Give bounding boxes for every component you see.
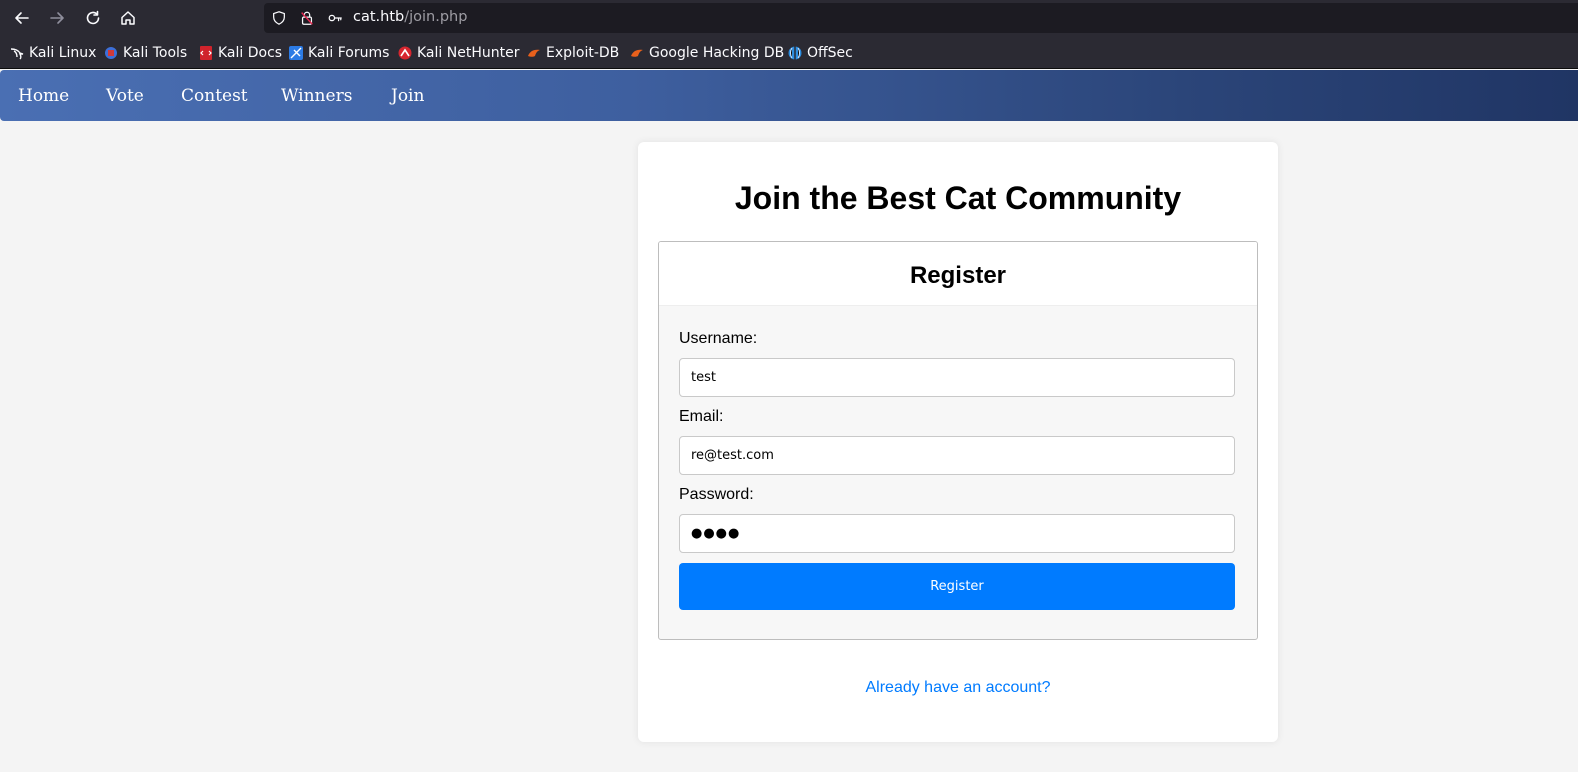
bookmark-kali-linux[interactable]: Kali Linux: [10, 44, 96, 62]
kali-forums-icon: [289, 46, 303, 60]
kali-nethunter-icon: [398, 46, 412, 60]
bookmark-label: Google Hacking DB: [649, 45, 785, 61]
register-panel-header: Register: [659, 242, 1257, 306]
login-link[interactable]: Already have an account?: [638, 679, 1278, 697]
ghdb-icon: [631, 49, 643, 57]
bookmark-google-hacking-db[interactable]: Google Hacking DB: [630, 44, 784, 62]
bookmark-kali-tools[interactable]: Kali Tools: [104, 44, 187, 62]
bookmark-label: OffSec: [807, 45, 853, 61]
email-label: Email:: [679, 408, 724, 425]
nav-contest[interactable]: Contest: [181, 86, 248, 106]
username-input[interactable]: test: [679, 358, 1235, 397]
page-title: Join the Best Cat Community: [734, 180, 1182, 216]
bookmarks-bar: Kali Linux Kali Tools Kali Docs Kali For…: [0, 36, 1578, 69]
reload-icon: [86, 10, 100, 25]
nav-home[interactable]: Home: [18, 86, 69, 106]
kali-tools-icon: [105, 47, 117, 59]
password-input[interactable]: ●●●●: [679, 514, 1235, 553]
bookmark-kali-nethunter[interactable]: Kali NetHunter: [398, 44, 519, 62]
shield-icon[interactable]: [270, 9, 288, 27]
nav-vote[interactable]: Vote: [106, 86, 144, 106]
username-label: Username:: [679, 330, 758, 347]
browser-toolbar: cat.htb/join.php: [0, 0, 1578, 36]
bookmark-label: Kali Linux: [29, 45, 97, 61]
register-heading: Register: [909, 262, 1007, 289]
bookmark-exploit-db[interactable]: Exploit-DB: [527, 44, 619, 62]
email-input[interactable]: re@test.com: [679, 436, 1235, 475]
site-navbar: Home Vote Contest Winners Join: [0, 70, 1578, 121]
exploit-db-icon: [528, 49, 540, 57]
bookmark-label: Exploit-DB: [546, 45, 620, 61]
forward-button[interactable]: [43, 4, 71, 32]
arrow-right-icon: [50, 12, 64, 24]
bookmark-kali-docs[interactable]: Kali Docs: [199, 44, 282, 62]
bookmark-offsec[interactable]: OffSec: [788, 44, 853, 62]
kali-dragon-icon: [10, 48, 24, 60]
key-icon[interactable]: [326, 9, 344, 27]
kali-docs-icon: [200, 46, 212, 60]
url-host: cat.htb: [353, 9, 405, 25]
back-button[interactable]: [8, 4, 36, 32]
offsec-icon: [788, 46, 802, 60]
bookmark-label: Kali NetHunter: [417, 45, 520, 61]
insecure-lock-icon[interactable]: [298, 9, 316, 27]
home-button[interactable]: [114, 4, 142, 32]
home-icon: [121, 11, 135, 25]
join-card: Join the Best Cat Community Register Use…: [638, 142, 1278, 742]
bookmark-label: Kali Forums: [308, 45, 390, 61]
bookmark-label: Kali Tools: [123, 45, 188, 61]
nav-join[interactable]: Join: [391, 86, 424, 106]
register-panel: Register Username: test Email: re@test.c…: [658, 241, 1258, 640]
bookmark-kali-forums[interactable]: Kali Forums: [289, 44, 389, 62]
nav-winners[interactable]: Winners: [281, 86, 352, 106]
reload-button[interactable]: [79, 4, 107, 32]
bookmark-label: Kali Docs: [218, 45, 283, 61]
url-bar[interactable]: cat.htb/join.php: [264, 3, 1578, 33]
password-label: Password:: [679, 486, 754, 503]
register-button[interactable]: Register: [679, 563, 1235, 610]
url-path: /join.php: [404, 9, 468, 25]
arrow-left-icon: [15, 12, 29, 24]
url-text[interactable]: cat.htb/join.php: [353, 9, 467, 25]
